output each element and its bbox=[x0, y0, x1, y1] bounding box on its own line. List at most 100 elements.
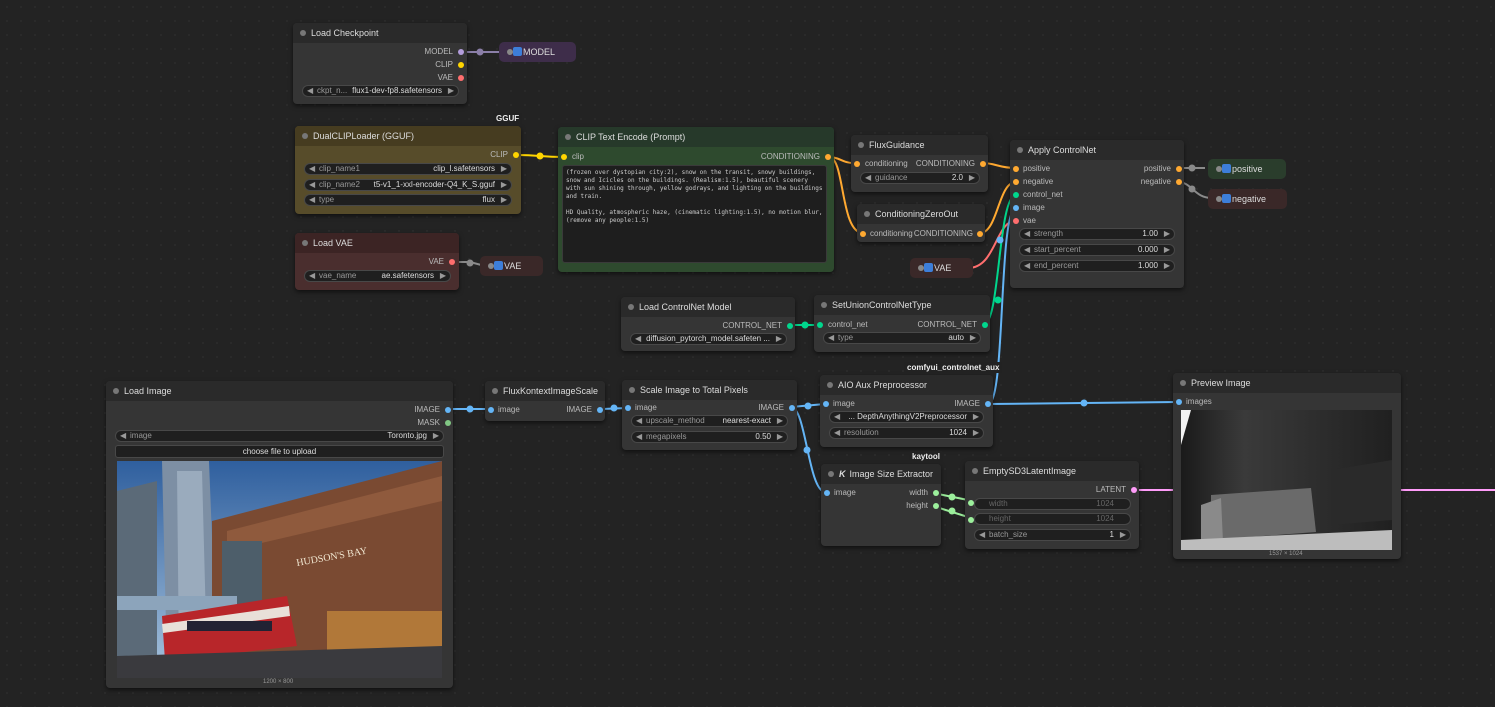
input-clip[interactable]: clip bbox=[572, 152, 584, 162]
output-positive-pin-icon[interactable] bbox=[1176, 166, 1182, 172]
output-conditioning-pin-icon[interactable] bbox=[977, 231, 983, 237]
arrow-right-icon[interactable]: ▶ bbox=[501, 180, 507, 190]
arrow-right-icon[interactable]: ▶ bbox=[440, 271, 446, 281]
output-model-pin-icon[interactable] bbox=[458, 49, 464, 55]
upload-button[interactable]: choose file to upload bbox=[115, 445, 444, 458]
arrow-left-icon[interactable]: ◀ bbox=[636, 416, 642, 426]
end-percent-widget[interactable]: ◀ end_percent 1.000 ▶ bbox=[1019, 260, 1175, 272]
node-load-vae[interactable]: Load VAE VAE ◀ vae_name ae.safetensors ▶ bbox=[295, 233, 459, 290]
node-image-size-extractor[interactable]: K Image Size Extractor image width height bbox=[821, 464, 941, 546]
input-positive-pin-icon[interactable] bbox=[1013, 166, 1019, 172]
arrow-left-icon[interactable]: ◀ bbox=[1024, 245, 1030, 255]
reroute-positive[interactable]: positive bbox=[1208, 159, 1286, 179]
arrow-left-icon[interactable]: ◀ bbox=[1024, 261, 1030, 271]
arrow-right-icon[interactable]: ▶ bbox=[969, 173, 975, 183]
output-mask[interactable]: MASK bbox=[417, 418, 440, 428]
output-conditioning[interactable]: CONDITIONING bbox=[914, 229, 973, 239]
input-image[interactable]: image bbox=[834, 488, 856, 498]
node-load-controlnet-model[interactable]: Load ControlNet Model CONTROL_NET ◀ diffu… bbox=[621, 297, 795, 351]
arrow-right-icon[interactable]: ▶ bbox=[1164, 245, 1170, 255]
input-negative-pin-icon[interactable] bbox=[1013, 179, 1019, 185]
node-conditioning-zero-out[interactable]: ConditioningZeroOut conditioning CONDITI… bbox=[857, 204, 985, 242]
node-empty-sd3-latent-image[interactable]: EmptySD3LatentImage LATENT width 1024 hei… bbox=[965, 461, 1139, 549]
output-clip[interactable]: CLIP bbox=[435, 60, 453, 70]
arrow-left-icon[interactable]: ◀ bbox=[635, 334, 641, 344]
input-control-net-pin-icon[interactable] bbox=[1013, 192, 1019, 198]
node-title[interactable]: Load Checkpoint bbox=[293, 23, 467, 43]
input-conditioning-pin-icon[interactable] bbox=[854, 161, 860, 167]
collapse-dot-icon[interactable] bbox=[565, 134, 571, 140]
node-set-union-controlnet-type[interactable]: SetUnionControlNetType control_net CONTR… bbox=[814, 295, 990, 352]
input-vae[interactable]: vae bbox=[1023, 216, 1036, 226]
width-widget[interactable]: width 1024 bbox=[974, 498, 1131, 510]
arrow-right-icon[interactable]: ▶ bbox=[973, 428, 979, 438]
collapse-dot-icon[interactable] bbox=[113, 388, 119, 394]
arrow-left-icon[interactable]: ◀ bbox=[834, 412, 840, 422]
output-clip[interactable]: CLIP bbox=[490, 150, 508, 160]
output-clip-pin-icon[interactable] bbox=[513, 152, 519, 158]
input-vae-pin-icon[interactable] bbox=[1013, 218, 1019, 224]
output-negative[interactable]: negative bbox=[1141, 177, 1171, 187]
output-height-pin-icon[interactable] bbox=[933, 503, 939, 509]
input-conditioning-pin-icon[interactable] bbox=[860, 231, 866, 237]
arrow-right-icon[interactable]: ▶ bbox=[777, 416, 783, 426]
input-image-pin-icon[interactable] bbox=[625, 405, 631, 411]
input-conditioning[interactable]: conditioning bbox=[865, 159, 908, 169]
collapse-dot-icon[interactable] bbox=[300, 30, 306, 36]
output-height[interactable]: height bbox=[906, 501, 928, 511]
upscale-method-widget[interactable]: ◀ upscale_method nearest-exact ▶ bbox=[631, 415, 788, 427]
arrow-left-icon[interactable]: ◀ bbox=[307, 86, 313, 96]
output-image-pin-icon[interactable] bbox=[597, 407, 603, 413]
output-conditioning[interactable]: CONDITIONING bbox=[916, 159, 975, 169]
arrow-right-icon[interactable]: ▶ bbox=[1120, 530, 1126, 540]
megapixels-widget[interactable]: ◀ megapixels 0.50 ▶ bbox=[631, 431, 788, 443]
node-flux-guidance[interactable]: FluxGuidance conditioning CONDITIONING ◀… bbox=[851, 135, 988, 192]
output-image-pin-icon[interactable] bbox=[985, 401, 991, 407]
arrow-left-icon[interactable]: ◀ bbox=[120, 431, 126, 441]
input-image[interactable]: image bbox=[635, 403, 657, 413]
controlnet-name-widget[interactable]: ◀ diffusion_pytorch_model.safeten ... ▶ bbox=[630, 333, 787, 345]
type-widget[interactable]: ◀ type auto ▶ bbox=[823, 332, 981, 344]
output-image-pin-icon[interactable] bbox=[789, 405, 795, 411]
output-vae-pin-icon[interactable] bbox=[458, 75, 464, 81]
collapse-dot-icon[interactable] bbox=[828, 471, 834, 477]
image-select-widget[interactable]: ◀ image Toronto.jpg ▶ bbox=[115, 430, 444, 442]
collapse-dot-icon[interactable] bbox=[972, 468, 978, 474]
node-title[interactable]: EmptySD3LatentImage bbox=[965, 461, 1139, 481]
node-preview-image[interactable]: Preview Image images 1537 × 1024 bbox=[1173, 373, 1401, 559]
clip-name1-widget[interactable]: ◀ clip_name1 clip_l.safetensors ▶ bbox=[304, 163, 512, 175]
output-latent[interactable]: LATENT bbox=[1096, 485, 1126, 495]
vae-name-widget[interactable]: ◀ vae_name ae.safetensors ▶ bbox=[304, 270, 451, 282]
prompt-textarea[interactable]: (frozen over dystopian city:2), snow on … bbox=[562, 165, 827, 263]
node-title[interactable]: K Image Size Extractor bbox=[821, 464, 941, 484]
output-image[interactable]: IMAGE bbox=[758, 403, 784, 413]
output-model[interactable]: MODEL bbox=[425, 47, 453, 57]
output-width-pin-icon[interactable] bbox=[933, 490, 939, 496]
collapse-dot-icon[interactable] bbox=[492, 388, 498, 394]
collapse-dot-icon[interactable] bbox=[821, 302, 827, 308]
ckpt-name-widget[interactable]: ◀ ckpt_n... flux1-dev-fp8.safetensors ▶ bbox=[302, 85, 459, 97]
node-title[interactable]: CLIP Text Encode (Prompt) bbox=[558, 127, 834, 147]
node-title[interactable]: DualCLIPLoader (GGUF) bbox=[295, 126, 521, 146]
node-title[interactable]: Apply ControlNet bbox=[1010, 140, 1184, 160]
output-vae[interactable]: VAE bbox=[429, 257, 444, 267]
node-title[interactable]: Load Image bbox=[106, 381, 453, 401]
node-title[interactable]: Preview Image bbox=[1173, 373, 1401, 393]
arrow-left-icon[interactable]: ◀ bbox=[865, 173, 871, 183]
input-clip-pin-icon[interactable] bbox=[561, 154, 567, 160]
output-negative-pin-icon[interactable] bbox=[1176, 179, 1182, 185]
input-negative[interactable]: negative bbox=[1023, 177, 1053, 187]
collapse-dot-icon[interactable] bbox=[302, 240, 308, 246]
output-image-pin-icon[interactable] bbox=[445, 407, 451, 413]
collapse-dot-icon[interactable] bbox=[302, 133, 308, 139]
node-scale-image-total-pixels[interactable]: Scale Image to Total Pixels image IMAGE … bbox=[622, 380, 797, 450]
output-positive[interactable]: positive bbox=[1144, 164, 1171, 174]
node-title[interactable]: FluxGuidance bbox=[851, 135, 988, 155]
input-image-pin-icon[interactable] bbox=[488, 407, 494, 413]
node-apply-controlnet[interactable]: Apply ControlNet positive negative contr… bbox=[1010, 140, 1184, 288]
output-vae[interactable]: VAE bbox=[438, 73, 453, 83]
node-flux-kontext-image-scale[interactable]: FluxKontextImageScale image IMAGE bbox=[485, 381, 605, 421]
node-clip-text-encode[interactable]: CLIP Text Encode (Prompt) clip CONDITION… bbox=[558, 127, 834, 272]
node-title[interactable]: AIO Aux Preprocessor bbox=[820, 375, 993, 395]
arrow-left-icon[interactable]: ◀ bbox=[834, 428, 840, 438]
